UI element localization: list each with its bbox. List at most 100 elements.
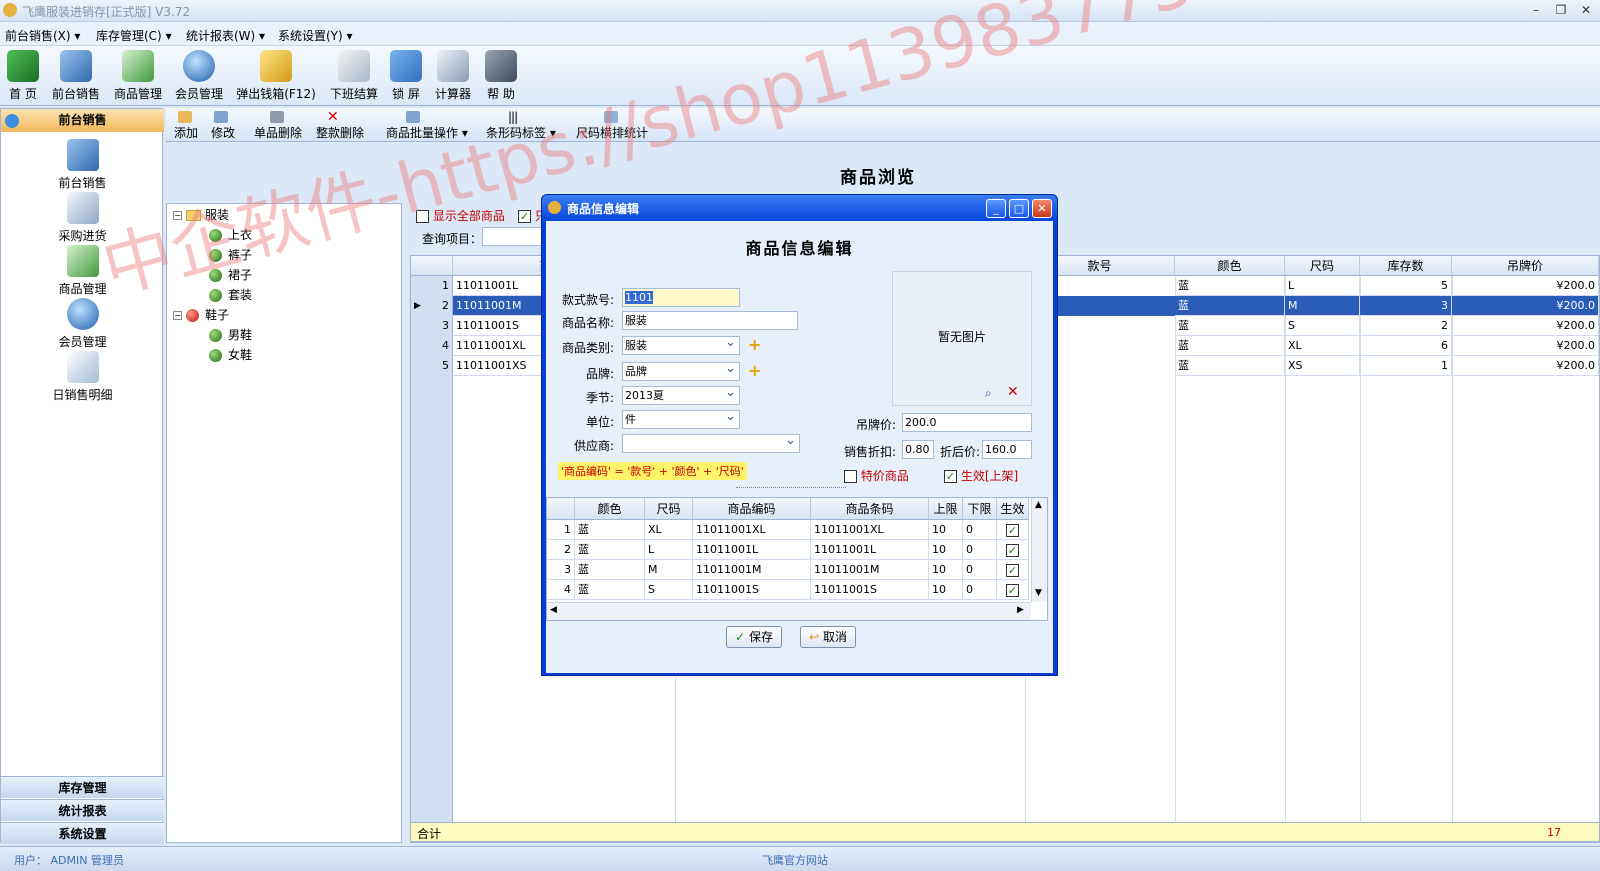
close-icon[interactable]: ✕ bbox=[1575, 2, 1597, 18]
report-icon bbox=[66, 351, 99, 383]
nav-item-goods[interactable]: 商品管理 bbox=[1, 245, 164, 297]
checkbox-checked-icon[interactable]: ✓ bbox=[944, 470, 957, 483]
nav-item-daily-detail[interactable]: 日销售明细 bbox=[1, 351, 164, 403]
sku-col-color[interactable]: 颜色 bbox=[575, 498, 645, 520]
supplier-select[interactable] bbox=[622, 434, 800, 453]
style-number-input[interactable]: 1101 bbox=[622, 288, 740, 307]
checkbox-checked-icon[interactable]: ✓ bbox=[1006, 543, 1019, 557]
dialog-minimize-icon[interactable]: _ bbox=[986, 199, 1006, 218]
col-header-price[interactable]: 吊牌价 bbox=[1452, 256, 1599, 276]
name-label: 商品名称: bbox=[561, 316, 614, 330]
sku-vertical-scrollbar[interactable]: ▲ ▼ bbox=[1031, 498, 1047, 602]
save-button[interactable]: ✓ 保存 bbox=[726, 626, 782, 648]
tree-node-womens-shoes[interactable]: 女鞋 bbox=[209, 346, 252, 363]
col-header-color[interactable]: 颜色 bbox=[1175, 256, 1285, 276]
dialog-close-icon[interactable]: ✕ bbox=[1032, 199, 1052, 218]
checkbox-checked-icon[interactable]: ✓ bbox=[1006, 583, 1019, 597]
delete-image-icon[interactable]: ✕ bbox=[1007, 384, 1019, 400]
scroll-right-icon[interactable]: ▶ bbox=[1017, 605, 1024, 615]
sku-col-active[interactable]: 生效 bbox=[997, 498, 1029, 520]
scroll-up-icon[interactable]: ▲ bbox=[1035, 500, 1042, 510]
nav-item-purchase[interactable]: 采购进货 bbox=[1, 192, 164, 244]
goods-manage-button[interactable]: 商品管理 bbox=[112, 50, 164, 102]
tag-price-input[interactable]: 200.0 bbox=[902, 413, 1032, 432]
sku-row[interactable]: 4 蓝 S 11011001S 11011001S 10 0 ✓ bbox=[547, 580, 1029, 600]
query-input[interactable] bbox=[482, 227, 542, 246]
sku-horizontal-scrollbar[interactable]: ◀ ▶ bbox=[547, 602, 1031, 620]
menu-inventory[interactable]: 库存管理(C) ▾ bbox=[96, 27, 172, 44]
active-checkbox[interactable]: ✓ 生效[上架] bbox=[944, 467, 1018, 484]
nav-footer-settings[interactable]: 系统设置 bbox=[1, 822, 164, 844]
checkbox-checked-icon[interactable]: ✓ bbox=[1006, 523, 1019, 537]
tree-node-clothing[interactable]: − 服装 bbox=[173, 206, 229, 223]
sku-col-code[interactable]: 商品编码 bbox=[693, 498, 811, 520]
lock-screen-button[interactable]: 锁 屏 bbox=[388, 50, 424, 102]
tree-node-pants[interactable]: 裤子 bbox=[209, 246, 252, 263]
official-site-link[interactable]: 飞鹰官方网站 bbox=[762, 852, 828, 868]
special-price-checkbox[interactable]: 特价商品 bbox=[844, 467, 909, 484]
splitter-handle[interactable] bbox=[736, 487, 846, 489]
batch-operation-button[interactable]: 商品批量操作 ▾ bbox=[386, 124, 468, 141]
checkbox-icon[interactable] bbox=[416, 210, 429, 223]
scroll-left-icon[interactable]: ◀ bbox=[550, 605, 557, 615]
sku-row[interactable]: 3 蓝 M 11011001M 11011001M 10 0 ✓ bbox=[547, 560, 1029, 580]
menu-reports[interactable]: 统计报表(W) ▾ bbox=[186, 27, 265, 44]
col-header-stock[interactable]: 库存数 bbox=[1360, 256, 1452, 276]
nav-footer-inventory[interactable]: 库存管理 bbox=[1, 776, 164, 798]
add-category-icon[interactable]: + bbox=[748, 337, 761, 353]
category-select[interactable]: 服装 bbox=[622, 336, 740, 355]
collapse-icon[interactable]: − bbox=[173, 311, 182, 320]
tree-node-shoes[interactable]: − 鞋子 bbox=[173, 306, 229, 323]
edit-button[interactable]: 修改 bbox=[211, 124, 235, 141]
unit-select[interactable]: 件 bbox=[622, 410, 740, 429]
home-button[interactable]: 首 页 bbox=[4, 50, 42, 102]
help-button[interactable]: 帮 助 bbox=[482, 50, 520, 102]
season-select[interactable]: 2013夏 bbox=[622, 386, 740, 405]
nav-item-member[interactable]: 会员管理 bbox=[1, 298, 164, 350]
add-brand-icon[interactable]: + bbox=[748, 363, 761, 379]
delete-style-button[interactable]: 整款删除 bbox=[316, 124, 364, 141]
tree-node-tops[interactable]: 上衣 bbox=[209, 226, 252, 243]
add-button[interactable]: 添加 bbox=[174, 124, 198, 141]
show-all-checkbox[interactable]: 显示全部商品 bbox=[416, 207, 505, 224]
open-cashbox-button[interactable]: 弹出钱箱(F12) bbox=[234, 50, 318, 102]
sku-col-min[interactable]: 下限 bbox=[963, 498, 997, 520]
minimize-icon[interactable]: – bbox=[1525, 2, 1547, 18]
goods-name-input[interactable]: 服装 bbox=[622, 311, 798, 330]
cancel-button[interactable]: ↩ 取消 bbox=[800, 626, 856, 648]
nav-footer-reports[interactable]: 统计报表 bbox=[1, 799, 164, 821]
dialog-maximize-icon[interactable]: □ bbox=[1009, 199, 1029, 218]
member-manage-button[interactable]: 会员管理 bbox=[173, 50, 225, 102]
tree-node-mens-shoes[interactable]: 男鞋 bbox=[209, 326, 252, 343]
brand-select[interactable]: 品牌 bbox=[622, 362, 740, 381]
tree-node-suits[interactable]: 套装 bbox=[209, 286, 252, 303]
menu-settings[interactable]: 系统设置(Y) ▾ bbox=[278, 27, 353, 44]
cell-stock: 2 bbox=[1360, 316, 1452, 336]
barcode-label-button[interactable]: 条形码标签 ▾ bbox=[486, 124, 556, 141]
checkbox-icon[interactable] bbox=[844, 470, 857, 483]
size-stats-button[interactable]: 尺码横排统计 bbox=[576, 124, 648, 141]
nav-header-sales[interactable]: 前台销售 bbox=[1, 109, 164, 132]
calculator-button[interactable]: 计算器 bbox=[432, 50, 474, 102]
nav-item-front-sales[interactable]: 前台销售 bbox=[1, 139, 164, 191]
shift-settlement-button[interactable]: 下班结算 bbox=[328, 50, 380, 102]
sku-row[interactable]: 1 蓝 XL 11011001XL 11011001XL 10 0 ✓ bbox=[547, 520, 1029, 540]
after-discount-input[interactable]: 160.0 bbox=[982, 440, 1032, 459]
discount-input[interactable]: 0.80 bbox=[902, 440, 934, 459]
sku-col-max[interactable]: 上限 bbox=[929, 498, 963, 520]
restore-icon[interactable]: ❐ bbox=[1550, 2, 1572, 18]
sku-col-size[interactable]: 尺码 bbox=[645, 498, 693, 520]
browse-image-icon[interactable]: ⌕ bbox=[985, 386, 992, 401]
image-box[interactable]: 暂无图片 ⌕ ✕ bbox=[892, 271, 1032, 406]
col-header-size[interactable]: 尺码 bbox=[1285, 256, 1360, 276]
checkbox-checked-icon[interactable]: ✓ bbox=[1006, 563, 1019, 577]
menu-sales[interactable]: 前台销售(X) ▾ bbox=[5, 27, 80, 44]
delete-item-button[interactable]: 单品删除 bbox=[254, 124, 302, 141]
front-sales-button[interactable]: 前台销售 bbox=[50, 50, 102, 102]
sku-row[interactable]: 2 蓝 L 11011001L 11011001L 10 0 ✓ bbox=[547, 540, 1029, 560]
checkbox-checked-icon[interactable]: ✓ bbox=[518, 210, 531, 223]
tree-node-skirts[interactable]: 裙子 bbox=[209, 266, 252, 283]
scroll-down-icon[interactable]: ▼ bbox=[1035, 588, 1042, 598]
sku-col-barcode[interactable]: 商品条码 bbox=[811, 498, 929, 520]
collapse-icon[interactable]: − bbox=[173, 211, 182, 220]
